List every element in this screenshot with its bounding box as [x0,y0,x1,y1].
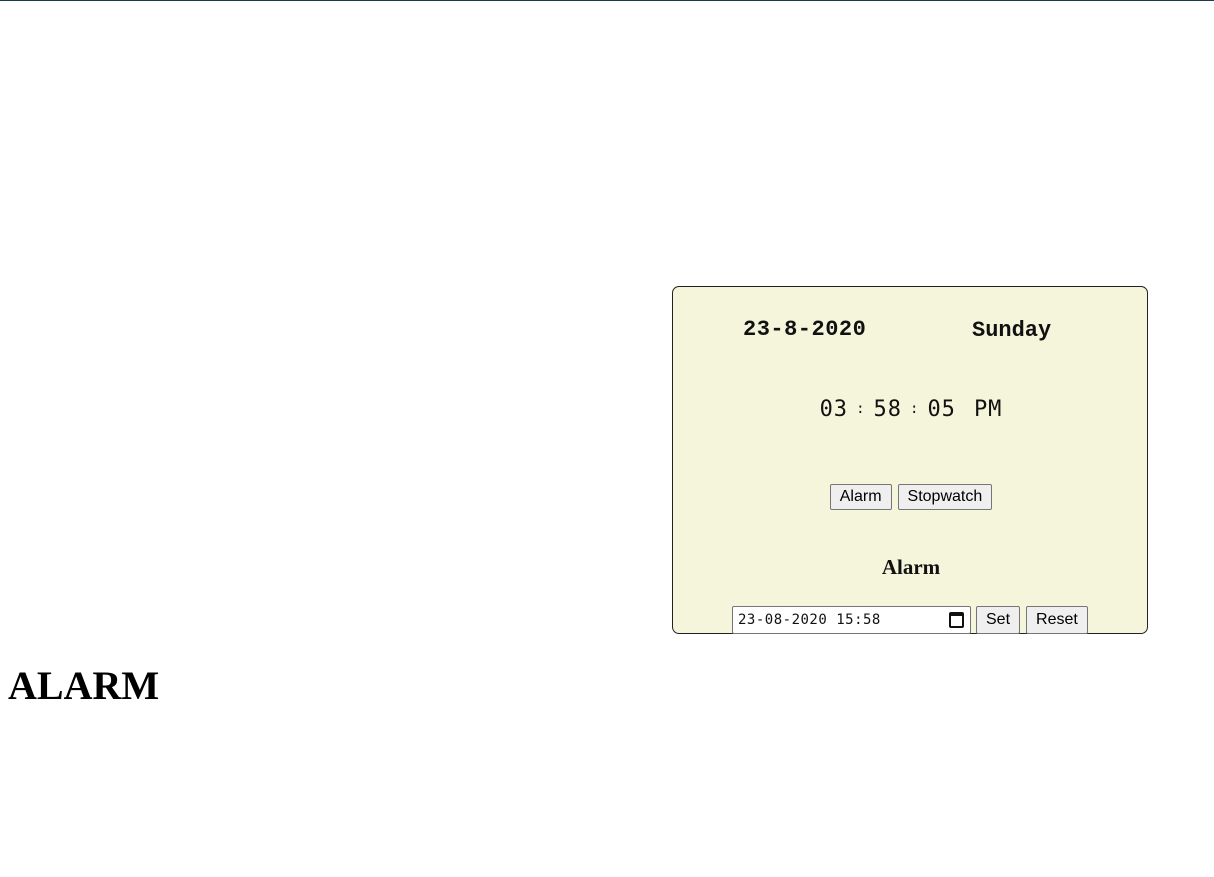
alarm-mode-button[interactable]: Alarm [829,484,892,510]
top-border [0,0,1214,1]
time-display: 03:58:05 PM [673,397,1149,422]
page-title: ALARM [8,663,160,708]
time-separator: : [856,401,866,417]
reset-alarm-button[interactable]: Reset [1026,606,1088,634]
time-minutes: 58 [873,397,902,422]
time-separator: : [910,401,920,417]
set-alarm-button[interactable]: Set [976,606,1021,634]
alarm-datetime-input[interactable]: 23-08-2020 15:58 [732,606,971,634]
calendar-icon[interactable] [949,612,964,628]
alarm-controls: 23-08-2020 15:58 Set Reset [732,606,1089,634]
date-display: 23-8-2020 [743,317,867,342]
mode-buttons: Alarm Stopwatch [673,484,1149,510]
time-seconds: 05 [927,397,956,422]
day-display: Sunday [972,318,1052,343]
alarm-heading: Alarm [881,555,941,579]
stopwatch-mode-button[interactable]: Stopwatch [897,484,993,510]
alarm-datetime-value: 23-08-2020 15:58 [738,612,881,628]
time-ampm: PM [973,397,1003,422]
time-hours: 03 [819,397,849,422]
clock-panel: 23-8-2020 Sunday 03:58:05 PM Alarm Stopwa… [672,286,1148,634]
